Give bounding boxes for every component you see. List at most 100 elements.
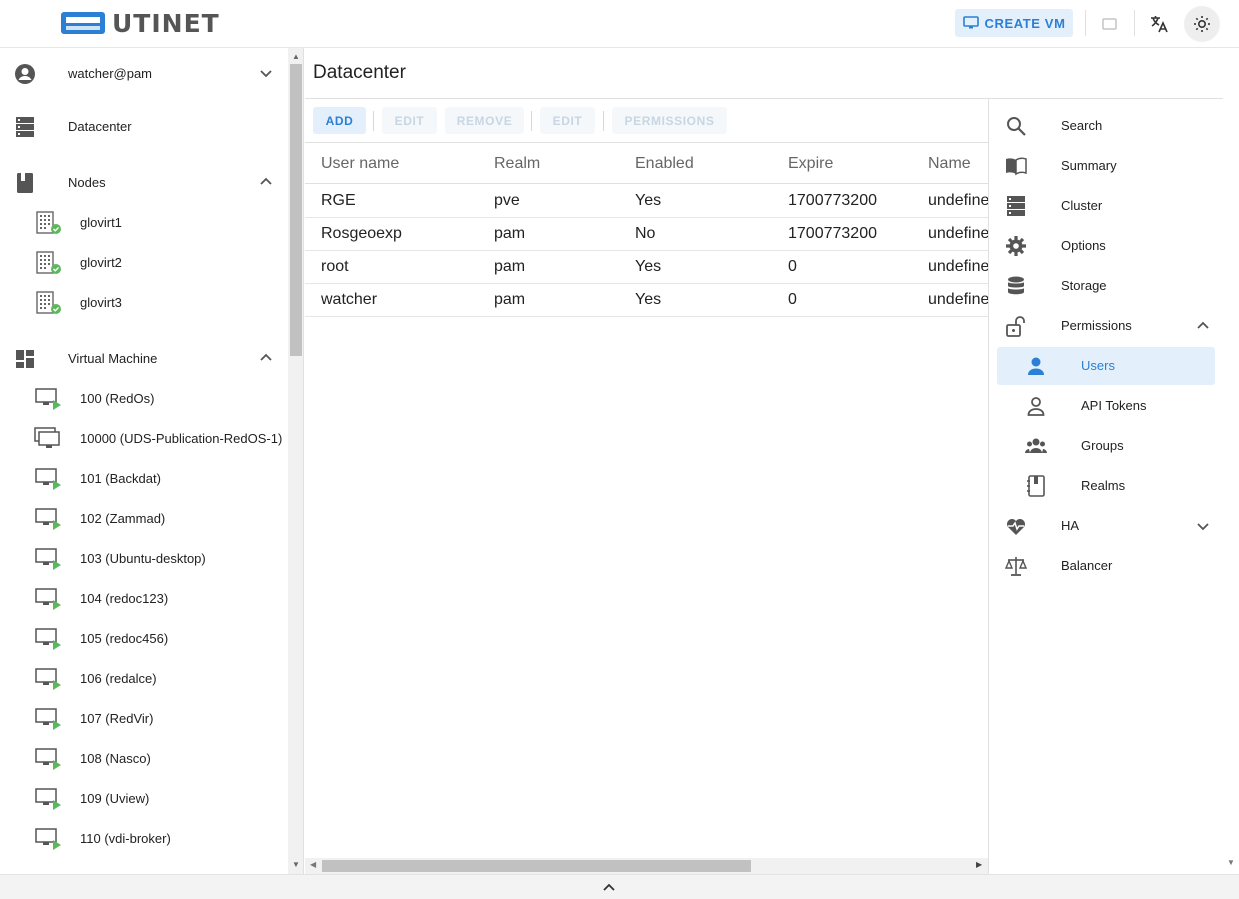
create-vm-button[interactable]: CREATE VM <box>955 9 1073 37</box>
chevron-up-icon <box>1197 321 1209 329</box>
tree-item-datacenter[interactable]: Datacenter <box>0 106 288 146</box>
page-scrollbar[interactable]: ▼ <box>1223 48 1239 874</box>
sidebar-scroll-thumb[interactable] <box>290 64 302 356</box>
sidebar-scrollbar[interactable]: ▲ ▼ <box>288 48 304 874</box>
edit-button[interactable]: EDIT <box>382 107 437 134</box>
column-header-realm[interactable]: Realm <box>494 144 540 183</box>
menu-item-realms[interactable]: Realms <box>997 467 1215 505</box>
tree-item-node[interactable]: glovirt2 <box>0 242 288 282</box>
console-toggle-button[interactable] <box>1092 6 1128 42</box>
menu-item-options[interactable]: Options <box>997 227 1215 265</box>
tree-item-node[interactable]: glovirt1 <box>0 202 288 242</box>
menu-item-api-tokens[interactable]: API Tokens <box>997 387 1215 425</box>
chevron-up-icon <box>260 353 272 361</box>
book-icon <box>1006 157 1027 176</box>
divider <box>531 111 532 131</box>
vm-label: 106 (redalce) <box>80 670 157 686</box>
node-online-icon <box>36 251 61 274</box>
database-icon <box>1008 276 1024 295</box>
datacenter-label: Datacenter <box>68 118 132 134</box>
cell-realm: pve <box>494 192 520 209</box>
tree-item-node[interactable]: glovirt3 <box>0 282 288 322</box>
vm-label: 10000 (UDS-Publication-RedOS-1) <box>80 430 283 446</box>
menu-item-label: API Tokens <box>1081 398 1147 413</box>
vm-running-icon <box>35 468 61 490</box>
tree-item-vm[interactable]: 101 (Backdat) <box>0 458 288 498</box>
resource-tree: watcher@pam Datacenter Nodes glovirt1 gl… <box>0 48 288 874</box>
log-panel-toggle-bar[interactable] <box>0 874 1239 899</box>
server-icon <box>16 117 34 137</box>
table-row[interactable]: Rosgeoexp pam No 1700773200 undefined <box>305 218 988 251</box>
menu-item-summary[interactable]: Summary <box>997 147 1215 185</box>
theme-toggle-button[interactable] <box>1184 6 1220 42</box>
cell-realm: pam <box>494 225 526 242</box>
vm-running-icon <box>35 828 61 850</box>
menu-item-users[interactable]: Users <box>997 347 1215 385</box>
table-scroll-thumb[interactable] <box>322 860 751 872</box>
divider <box>1085 10 1086 36</box>
cell-name: undefined <box>928 225 988 242</box>
column-header-expire[interactable]: Expire <box>788 144 833 183</box>
tree-item-vm[interactable]: 105 (redoc456) <box>0 618 288 658</box>
server-icon <box>1007 196 1025 216</box>
table-row[interactable]: RGE pve Yes 1700773200 undefined <box>305 185 988 218</box>
vm-group-label: Virtual Machine <box>68 350 158 366</box>
tree-item-vm[interactable]: 110 (vdi-broker) <box>0 818 288 858</box>
tree-group-virtual-machine[interactable]: Virtual Machine <box>0 338 288 378</box>
book-icon <box>17 173 33 193</box>
tree-item-vm[interactable]: 108 (Nasco) <box>0 738 288 778</box>
node-online-icon <box>36 211 61 234</box>
table-row[interactable]: root pam Yes 0 undefined <box>305 251 988 284</box>
table-horizontal-scrollbar[interactable]: ◀ ▶ <box>305 858 988 874</box>
scroll-down-arrow-icon[interactable]: ▼ <box>292 860 300 869</box>
cell-enabled: Yes <box>635 192 662 209</box>
menu-item-label: Groups <box>1081 438 1124 453</box>
menu-item-permissions[interactable]: Permissions <box>997 307 1215 345</box>
tree-item-vm[interactable]: 103 (Ubuntu-desktop) <box>0 538 288 578</box>
vm-running-icon <box>35 388 61 410</box>
menu-item-ha[interactable]: HA <box>997 507 1215 545</box>
account-circle-icon <box>15 64 35 84</box>
table-row[interactable]: watcher pam Yes 0 undefined <box>305 284 988 317</box>
permissions-button[interactable]: PERMISSIONS <box>612 107 727 134</box>
chevron-down-icon <box>1197 523 1209 531</box>
column-header-name[interactable]: Name <box>928 144 971 183</box>
tree-item-vm[interactable]: 104 (redoc123) <box>0 578 288 618</box>
dashboard-icon <box>16 350 34 368</box>
person-icon <box>1028 357 1044 375</box>
column-header-username[interactable]: User name <box>321 144 399 183</box>
chevron-up-icon[interactable] <box>602 882 616 892</box>
unlock-icon <box>1006 316 1025 337</box>
scroll-up-arrow-icon[interactable]: ▲ <box>292 52 300 61</box>
divider <box>988 99 989 874</box>
add-button[interactable]: ADD <box>313 107 366 134</box>
language-button[interactable] <box>1141 6 1177 42</box>
menu-item-balancer[interactable]: Balancer <box>997 547 1215 585</box>
tree-item-vm[interactable]: 109 (Uview) <box>0 778 288 818</box>
menu-item-search[interactable]: Search <box>997 107 1215 145</box>
scroll-right-arrow-icon[interactable]: ▶ <box>976 860 982 869</box>
tree-item-vm[interactable]: 106 (redalce) <box>0 658 288 698</box>
remove-button[interactable]: REMOVE <box>445 107 524 134</box>
utinet-logo[interactable]: UTINET <box>60 9 220 38</box>
tree-item-vm[interactable]: 100 (RedOs) <box>0 378 288 418</box>
cell-realm: pam <box>494 291 526 308</box>
node-online-icon <box>36 291 61 314</box>
menu-item-cluster[interactable]: Cluster <box>997 187 1215 225</box>
vm-running-icon <box>35 508 61 530</box>
menu-item-storage[interactable]: Storage <box>997 267 1215 305</box>
tree-item-vm[interactable]: 107 (RedVir) <box>0 698 288 738</box>
scroll-left-arrow-icon[interactable]: ◀ <box>310 860 316 869</box>
column-header-enabled[interactable]: Enabled <box>635 144 694 183</box>
tree-group-nodes[interactable]: Nodes <box>0 162 288 202</box>
scroll-down-arrow-icon[interactable]: ▼ <box>1227 858 1235 867</box>
edit-password-button[interactable]: EDIT <box>540 107 595 134</box>
vm-running-icon <box>35 788 61 810</box>
logo-mark-icon <box>61 12 105 34</box>
tree-item-vm[interactable]: 102 (Zammad) <box>0 498 288 538</box>
user-menu[interactable]: watcher@pam <box>0 53 288 93</box>
menu-item-label: Search <box>1061 118 1103 133</box>
tree-item-vm[interactable]: 10000 (UDS-Publication-RedOS-1) <box>0 418 288 458</box>
menu-item-groups[interactable]: Groups <box>997 427 1215 465</box>
vm-label: 110 (vdi-broker) <box>80 830 171 846</box>
